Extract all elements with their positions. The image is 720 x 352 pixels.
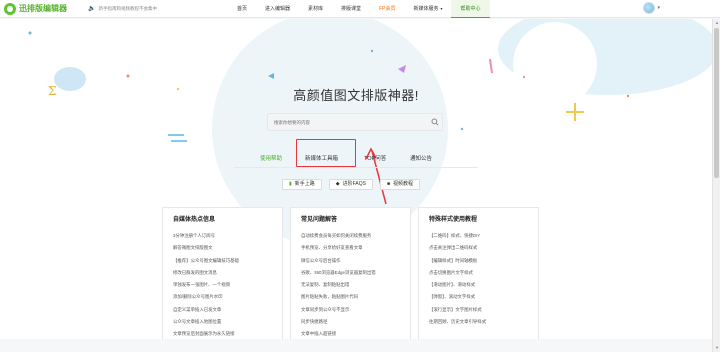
help-tabs: 使用帮助 新媒体工具箱 TOP问答 通知公告	[0, 150, 712, 168]
search-icon[interactable]	[428, 118, 442, 126]
column-title: 常见问题解答	[301, 217, 338, 223]
nav-item-help-center[interactable]: 帮助中心	[451, 0, 490, 18]
guide-buttons: ▮ 新手上路 ◆ 进阶FAQS ■ 视频教程	[282, 179, 421, 190]
tab-announcements[interactable]: 通知公告	[410, 150, 432, 168]
help-page-main: Σ 高颜值图文排版神器! 使用帮助 新媒体工具箱 TOP问答 通知公告 ▮新手上…	[0, 19, 712, 339]
list-item[interactable]: 解答微图文排版图文	[173, 242, 272, 254]
brand-logo[interactable]: 迅排版编辑器	[4, 2, 84, 15]
beginner-button[interactable]: ▮ 新手上路	[282, 179, 322, 190]
scrollbar-thumb[interactable]	[714, 28, 719, 178]
nav-item-editor[interactable]: 进入编辑器	[256, 0, 299, 18]
column-title: 特殊样式使用教程	[429, 217, 478, 223]
tab-usage-help[interactable]: 使用帮助	[260, 150, 283, 168]
speaker-icon: 🔈	[88, 6, 96, 12]
scroll-up-icon[interactable]: ▲	[714, 20, 720, 26]
page-headline: 高颜值图文排版神器!	[293, 88, 419, 103]
list-item[interactable]: 【二维码】样式、快捷DIY	[429, 230, 528, 242]
list-item[interactable]: 【滚行显示】文字图片样式	[429, 304, 528, 316]
book-icon: ▮	[289, 181, 292, 187]
search-box[interactable]	[267, 113, 443, 131]
nav-item-home[interactable]: 首页	[228, 0, 256, 18]
nav-item-materials[interactable]: 素材库	[299, 0, 332, 18]
nav-item-media-services[interactable]: 新媒体服务 ▾	[404, 0, 451, 18]
list-item[interactable]: 自定义菜单插入已发文章	[173, 304, 272, 316]
column-faq: 常见问题解答 自动续费会员每买如何关闭续费服务 手机预览、分享给好友查看文章 微…	[290, 207, 411, 339]
list-item[interactable]: 【弹窗】、滚动文字样式	[429, 291, 528, 303]
annotation-highlight-box	[296, 139, 356, 167]
video-icon: ■	[386, 181, 391, 187]
list-item[interactable]: 文章预览后封面展示为永久链接	[173, 328, 272, 339]
list-item[interactable]: 3分钟注册个人订阅号	[173, 230, 272, 242]
tabs-divider	[234, 167, 478, 168]
list-item[interactable]: 同步快捷路径	[301, 316, 400, 328]
list-item[interactable]: 手机预览、分享给好友查看文章	[301, 242, 400, 254]
page-footer-strip	[0, 339, 712, 352]
list-item[interactable]: 微信公众号后台操作	[301, 255, 400, 267]
list-item[interactable]: 公众号文章插入地图位置	[173, 316, 272, 328]
help-columns: 自媒体热点信息 3分钟注册个人订阅号 解答微图文排版图文 【推荐】公众号图文编辑…	[162, 207, 539, 339]
list-item[interactable]: 无法复制、复制粘贴出错	[301, 279, 400, 291]
list-item[interactable]: 文章中插入超链接	[301, 328, 400, 339]
list-item[interactable]: 往期回顾、历史文章引导样式	[429, 316, 528, 328]
video-tutorial-button[interactable]: ■ 视频教程	[379, 179, 421, 190]
nav-item-classroom[interactable]: 排版课堂	[332, 0, 370, 18]
user-menu[interactable]: ▾	[643, 2, 660, 14]
chevron-down-icon: ▾	[440, 6, 443, 11]
cap-icon: ◆	[335, 181, 340, 187]
list-item[interactable]: 修改已群发的图文消息	[173, 267, 272, 279]
avatar-icon	[643, 2, 656, 14]
list-item[interactable]: 图片粘贴失败，粘贴图片代码	[301, 291, 400, 303]
nav-item-vip[interactable]: FP会员	[370, 0, 404, 18]
list-item[interactable]: 单独发布一张图片、一个视频	[173, 279, 272, 291]
search-input[interactable]	[268, 114, 428, 130]
list-item[interactable]: 自动续费会员每买如何关闭续费服务	[301, 230, 400, 242]
list-item[interactable]: 点击关注弹出二维码样式	[429, 242, 528, 254]
column-hot-topics: 自媒体热点信息 3分钟注册个人订阅号 解答微图文排版图文 【推荐】公众号图文编辑…	[162, 207, 283, 339]
brand-name: 迅排版编辑器	[19, 4, 67, 13]
list-item[interactable]: 【推荐】公众号图文编辑技巧基础	[173, 255, 272, 267]
top-navbar: 迅排版编辑器 🔈 新手指南和视频教程不会集中 首页 进入编辑器 素材库 排版课堂…	[0, 0, 720, 18]
scroll-down-icon[interactable]: ▼	[714, 345, 720, 351]
notice-bar[interactable]: 🔈 新手指南和视频教程不会集中	[88, 5, 238, 13]
column-special-styles: 特殊样式使用教程 【二维码】样式、快捷DIY 点击关注弹出二维码样式 【编辑样式…	[418, 207, 539, 339]
tab-top-qa[interactable]: TOP问答	[364, 150, 386, 168]
list-item[interactable]: 谷歌、360浏览器Edge浏览器复制出错	[301, 267, 400, 279]
list-item[interactable]: 文章同步到公众号不显示	[301, 304, 400, 316]
list-item[interactable]: 【编辑样式】时间轴模板	[429, 255, 528, 267]
chevron-down-icon: ▾	[657, 5, 660, 11]
logo-icon	[4, 2, 16, 15]
main-nav: 首页 进入编辑器 素材库 排版课堂 FP会员 新媒体服务 ▾ 帮助中心	[228, 0, 490, 18]
notice-text: 新手指南和视频教程不会集中	[98, 5, 157, 11]
list-item[interactable]: 添加/删除公众号图片水印	[173, 291, 272, 303]
advanced-faq-button[interactable]: ◆ 进阶FAQS	[328, 179, 373, 190]
list-item[interactable]: 【滑动图片】、滑动样式	[429, 279, 528, 291]
column-title: 自媒体热点信息	[173, 217, 216, 223]
vertical-scrollbar[interactable]: ▲ ▼	[712, 19, 720, 352]
list-item[interactable]: 点击切换图片文字样式	[429, 267, 528, 279]
